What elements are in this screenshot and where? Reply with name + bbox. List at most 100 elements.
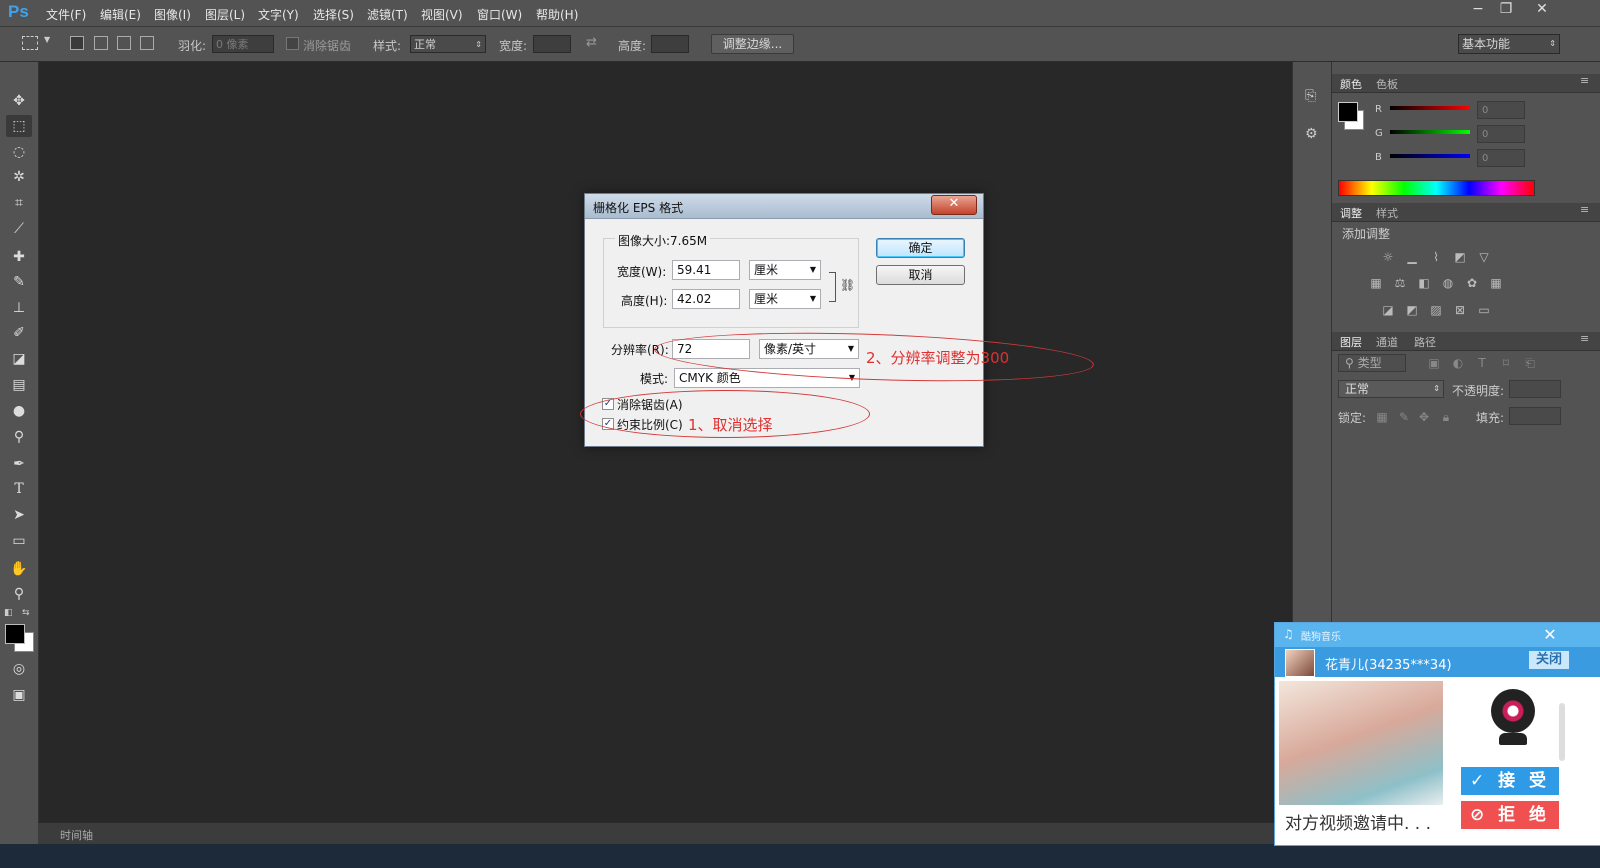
levels-icon[interactable]: ▁ [1404, 250, 1420, 264]
history-panel-icon[interactable]: ⎘ [1305, 88, 1316, 104]
healing-brush-tool-icon[interactable]: ✚ [6, 246, 32, 268]
default-colors-icon[interactable]: ◧ [4, 608, 13, 618]
swap-icon[interactable]: ⇄ [586, 35, 597, 50]
popup-close-button[interactable]: 关闭 [1529, 651, 1569, 669]
add-selection-icon[interactable] [94, 36, 108, 50]
green-value-input[interactable]: 0 [1477, 125, 1525, 143]
quick-mask-icon[interactable]: ◎ [6, 658, 32, 680]
restore-button[interactable]: ❐ [1490, 0, 1522, 20]
tab-channels[interactable]: 通道 [1376, 334, 1398, 350]
fill-input[interactable] [1509, 407, 1561, 425]
antialias-checkbox[interactable] [286, 37, 299, 50]
magic-wand-tool-icon[interactable]: ✲ [6, 166, 32, 188]
foreground-color-swatch[interactable] [5, 624, 25, 644]
gradient-map-icon[interactable]: ▭ [1476, 303, 1492, 317]
panel-menu-icon[interactable]: ≡ [1580, 203, 1589, 216]
intersect-selection-icon[interactable] [140, 36, 154, 50]
screen-mode-icon[interactable]: ▣ [6, 684, 32, 706]
ok-button[interactable]: 确定 [876, 238, 965, 258]
width-input[interactable]: 59.41 [672, 260, 740, 280]
properties-panel-icon[interactable]: ⚙ [1305, 126, 1318, 142]
accept-button[interactable]: ✓ 接 受 [1461, 767, 1559, 795]
red-value-input[interactable]: 0 [1477, 101, 1525, 119]
tab-swatches[interactable]: 色板 [1376, 76, 1398, 92]
workspace-select[interactable]: 基本功能 ⇕ [1458, 34, 1560, 54]
lock-pixels-icon[interactable]: ▦ [1374, 410, 1390, 424]
timeline-tab[interactable]: 时间轴 [60, 827, 93, 843]
swap-colors-icon[interactable]: ⇆ [22, 608, 30, 618]
blue-value-input[interactable]: 0 [1477, 149, 1525, 167]
rect-marquee-tool-icon[interactable]: ⬚ [6, 115, 32, 137]
style-select[interactable]: 正常 ⇕ [410, 35, 486, 53]
color-fg-swatch[interactable] [1338, 102, 1358, 122]
menu-view[interactable]: 视图(V) [421, 6, 463, 23]
tab-layers[interactable]: 图层 [1340, 334, 1362, 350]
stamp-tool-icon[interactable]: ⊥ [6, 297, 32, 319]
type-tool-icon[interactable]: T [6, 478, 32, 500]
tab-adjustments[interactable]: 调整 [1340, 205, 1362, 221]
feather-input[interactable]: 0 像素 [212, 35, 274, 53]
color-spectrum-bar[interactable] [1338, 180, 1535, 196]
close-window-button[interactable]: ✕ [1526, 0, 1558, 20]
posterize-icon[interactable]: ◩ [1404, 303, 1420, 317]
filter-pixel-icon[interactable]: ▣ [1426, 356, 1442, 370]
height-input[interactable]: 42.02 [672, 289, 740, 309]
menu-help[interactable]: 帮助(H) [536, 6, 578, 23]
lock-brush-icon[interactable]: ✎ [1396, 410, 1412, 424]
rectangle-tool-icon[interactable]: ▭ [6, 530, 32, 552]
tab-styles[interactable]: 样式 [1376, 205, 1398, 221]
panel-menu-icon[interactable]: ≡ [1580, 332, 1589, 345]
crop-tool-icon[interactable]: ⌗ [6, 192, 32, 214]
menu-select[interactable]: 选择(S) [313, 6, 354, 23]
eyedropper-tool-icon[interactable]: ⟋ [6, 218, 32, 240]
hue-saturation-icon[interactable]: ▦ [1368, 276, 1384, 290]
color-balance-icon[interactable]: ⚖ [1392, 276, 1408, 290]
menu-filter[interactable]: 滤镜(T) [367, 6, 408, 23]
threshold-icon[interactable]: ▨ [1428, 303, 1444, 317]
black-white-icon[interactable]: ◧ [1416, 276, 1432, 290]
menu-type[interactable]: 文字(Y) [258, 6, 299, 23]
subtract-selection-icon[interactable] [117, 36, 131, 50]
red-slider[interactable] [1390, 106, 1470, 110]
new-selection-icon[interactable] [70, 36, 84, 50]
zoom-tool-icon[interactable]: ⚲ [6, 583, 32, 605]
gradient-tool-icon[interactable]: ▤ [6, 374, 32, 396]
layer-filter-select[interactable]: ⚲ 类型 [1338, 354, 1406, 372]
filter-type-icon[interactable]: T [1474, 356, 1490, 370]
filter-adjust-icon[interactable]: ◐ [1450, 356, 1466, 370]
tab-color[interactable]: 颜色 [1340, 76, 1362, 92]
move-tool-icon[interactable]: ✥ [6, 90, 32, 112]
photo-filter-icon[interactable]: ◍ [1440, 276, 1456, 290]
channel-mixer-icon[interactable]: ✿ [1464, 276, 1480, 290]
height-input[interactable] [651, 35, 689, 53]
exposure-icon[interactable]: ◩ [1452, 250, 1468, 264]
cancel-button[interactable]: 取消 [876, 265, 965, 285]
filter-shape-icon[interactable]: ⌑ [1498, 356, 1514, 370]
panel-menu-icon[interactable]: ≡ [1580, 74, 1589, 87]
curves-icon[interactable]: ⌇ [1428, 250, 1444, 264]
menu-layer[interactable]: 图层(L) [205, 6, 245, 23]
blend-mode-select[interactable]: 正常 ⇕ [1338, 380, 1444, 398]
brush-tool-icon[interactable]: ✎ [6, 271, 32, 293]
path-select-tool-icon[interactable]: ➤ [6, 504, 32, 526]
menu-image[interactable]: 图像(I) [154, 6, 191, 23]
invert-icon[interactable]: ◪ [1380, 303, 1396, 317]
popup-close-icon[interactable]: ✕ [1537, 623, 1563, 647]
menu-file[interactable]: 文件(F) [46, 6, 86, 23]
eraser-tool-icon[interactable]: ◪ [6, 348, 32, 370]
dialog-close-button[interactable]: ✕ [931, 195, 977, 215]
lock-all-icon[interactable]: 🔒︎ [1438, 410, 1454, 424]
tab-paths[interactable]: 路径 [1414, 334, 1436, 350]
refine-edge-button[interactable]: 调整边缘... [711, 34, 794, 54]
menu-edit[interactable]: 编辑(E) [100, 6, 141, 23]
blur-tool-icon[interactable]: ● [6, 400, 32, 422]
color-lookup-icon[interactable]: ▦ [1488, 276, 1504, 290]
reject-button[interactable]: ⊘ 拒 绝 [1461, 801, 1559, 829]
pen-tool-icon[interactable]: ✒ [6, 453, 32, 475]
lasso-tool-icon[interactable]: ◌ [6, 141, 32, 163]
selective-color-icon[interactable]: ⊠ [1452, 303, 1468, 317]
height-unit-select[interactable]: 厘米 ▼ [749, 289, 821, 309]
chevron-down-icon[interactable]: ▼ [44, 35, 50, 44]
hand-tool-icon[interactable]: ✋ [6, 558, 32, 580]
filter-smart-icon[interactable]: ⎗ [1522, 356, 1538, 370]
